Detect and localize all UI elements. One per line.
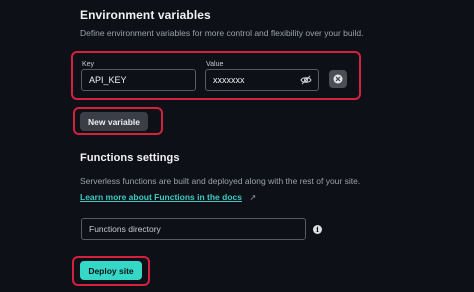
key-input[interactable]: API_KEY — [81, 69, 196, 91]
functions-docs-link[interactable]: Learn more about Functions in the docs — [80, 192, 242, 202]
new-variable-button[interactable]: New variable — [80, 112, 148, 131]
functions-section-description: Serverless functions are built and deplo… — [80, 176, 361, 186]
functions-directory-input[interactable]: Functions directory — [81, 218, 306, 240]
value-input[interactable]: xxxxxxx — [205, 69, 319, 91]
docs-link-row: Learn more about Functions in the docs ↗ — [80, 187, 256, 205]
info-icon[interactable]: i — [313, 225, 322, 234]
env-section-title: Environment variables — [80, 8, 211, 22]
value-label: Value — [206, 61, 224, 68]
functions-section-title: Functions settings — [80, 152, 180, 164]
deploy-site-button[interactable]: Deploy site — [80, 261, 142, 280]
remove-icon — [333, 74, 343, 84]
key-label: Key — [82, 61, 95, 68]
external-link-icon: ↗ — [249, 193, 257, 202]
value-text: xxxxxxx — [213, 75, 245, 85]
env-section-description: Define environment variables for more co… — [80, 28, 364, 38]
remove-variable-button[interactable] — [329, 70, 347, 88]
eye-off-icon[interactable] — [300, 74, 312, 86]
